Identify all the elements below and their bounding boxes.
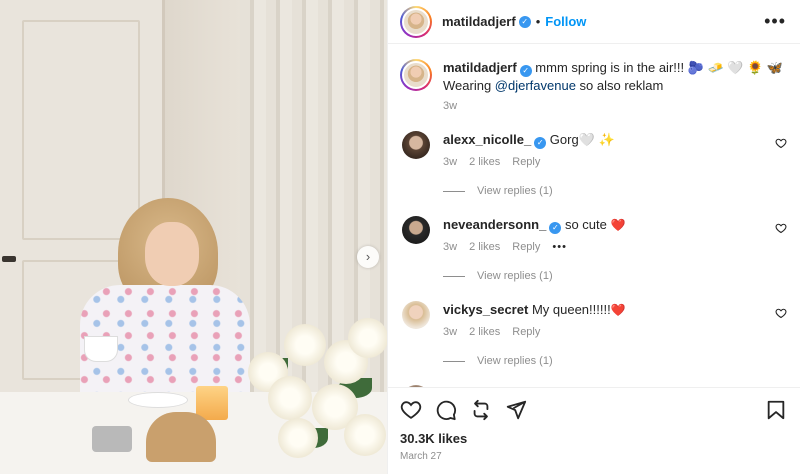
red-heart-emoji: ❤️ [610,303,626,317]
comment-time[interactable]: 3w [443,156,457,168]
view-replies-button[interactable]: View replies (1) [443,185,787,197]
replies-line [443,190,465,192]
post-sidebar: matildadjerf ✓ • Follow ••• matildadjerf… [387,0,800,474]
comment-icon[interactable] [435,399,457,421]
next-image-button[interactable]: › [357,246,379,268]
bookmark-icon[interactable] [765,399,787,421]
comment-item: vickys_secret My queen!!!!!!❤️ 3w 2 like… [400,301,787,338]
comment-time[interactable]: 3w [443,326,457,338]
bread [146,412,216,462]
view-replies-label[interactable]: View replies (1) [477,270,553,282]
separator: • [535,14,541,29]
follow-button[interactable]: Follow [545,14,586,29]
comment-like-heart-icon[interactable] [775,222,787,234]
comment-likes[interactable]: 2 likes [469,326,500,338]
verified-badge-icon: ✓ [549,222,562,234]
view-replies-button[interactable]: View replies (1) [443,355,787,367]
view-replies-button[interactable]: View replies (1) [443,270,787,282]
author-username[interactable]: matildadjerf [442,14,516,29]
author-avatar[interactable] [400,5,432,38]
caption-line2: Wearing [443,78,495,93]
red-heart-emoji: ❤️ [610,218,626,232]
door-panel [22,20,140,240]
view-replies-label[interactable]: View replies (1) [477,185,553,197]
caption-text: matildadjerf ✓ mmm spring is in the air!!… [443,59,783,94]
coffee-cup [84,336,118,362]
door-handle [2,256,16,262]
comment-item: alexx_nicolle_ ✓ Gorg🤍 ✨ 3w 2 likes Reply [400,131,787,168]
post-image: › [0,0,387,474]
comments-list[interactable]: matildadjerf ✓ mmm spring is in the air!!… [388,45,800,387]
comment-text: so cute [564,217,607,232]
person-face [145,222,199,286]
comment-time[interactable]: 3w [443,241,457,253]
comment-text: Gorg🤍 ✨ [549,132,615,147]
comment-likes[interactable]: 2 likes [469,241,500,253]
commenter-avatar[interactable] [402,301,430,329]
comment-like-heart-icon[interactable] [775,137,787,149]
repost-icon[interactable] [470,399,492,421]
commenter-avatar[interactable] [402,216,430,244]
comment-more-icon[interactable]: ••• [552,241,567,253]
comment-username[interactable]: neveandersonn_ [443,217,546,232]
verified-badge-icon: ✓ [518,15,531,28]
post-header: matildadjerf ✓ • Follow ••• [388,0,800,44]
mention-link[interactable]: @djerfavenue [495,78,576,93]
comment-like-heart-icon[interactable] [775,307,787,319]
caption-time[interactable]: 3w [443,100,783,112]
flower-bouquet [248,318,387,474]
comment-text: My queen!!!!!! [531,302,611,317]
post-actions: 30.3K likes March 27 [388,387,800,462]
heart-icon[interactable] [400,399,422,421]
reply-button[interactable]: Reply [512,156,540,168]
verified-badge-icon: ✓ [534,137,547,149]
comment-username[interactable]: vickys_secret [443,302,528,317]
reply-button[interactable]: Reply [512,326,540,338]
reply-button[interactable]: Reply [512,241,540,253]
more-options-icon[interactable]: ••• [764,11,786,32]
likes-count[interactable]: 30.3K likes [400,431,787,446]
verified-badge-icon: ✓ [519,65,532,77]
caption: matildadjerf ✓ mmm spring is in the air!!… [400,59,787,112]
replies-line [443,275,465,277]
post-date[interactable]: March 27 [400,451,787,462]
caption-avatar[interactable] [400,59,432,91]
comment-username[interactable]: alexx_nicolle_ [443,132,531,147]
caption-line2-end: so also reklam [575,78,664,93]
plate [128,392,188,408]
comment-item: neveandersonn_ ✓ so cute ❤️ 3w 2 likes Re… [400,216,787,253]
view-replies-label[interactable]: View replies (1) [477,355,553,367]
caption-username[interactable]: matildadjerf [443,60,517,75]
send-icon[interactable] [505,399,527,421]
comment-likes[interactable]: 2 likes [469,156,500,168]
commenter-avatar[interactable] [402,131,430,159]
replies-line [443,360,465,362]
juice-glass [196,386,228,420]
butter-dish [92,426,132,452]
caption-line1: mmm spring is in the air!!! 🫐 🧈 🤍 🌻 🦋 [531,60,784,75]
